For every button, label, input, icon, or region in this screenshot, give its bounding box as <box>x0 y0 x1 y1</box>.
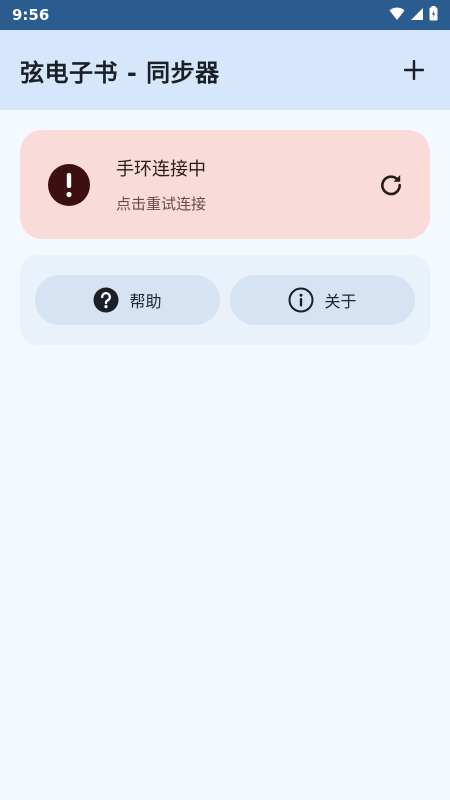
about-button[interactable]: 关于 <box>230 275 415 325</box>
app-title: 弦电子书 - 同步器 <box>20 58 220 87</box>
wifi-icon <box>389 6 405 25</box>
status-bar: 9:56 <box>0 0 450 30</box>
app-bar: 弦电子书 - 同步器 <box>0 30 450 110</box>
connection-subtitle: 点击重试连接 <box>116 195 207 213</box>
refresh-icon[interactable] <box>378 172 404 198</box>
error-icon <box>48 163 90 206</box>
connection-text: 手环连接中 点击重试连接 <box>116 155 378 214</box>
help-button[interactable]: 帮助 <box>35 275 220 325</box>
actions-card: 帮助 关于 <box>20 255 430 345</box>
connection-status-card[interactable]: 手环连接中 点击重试连接 <box>20 130 430 239</box>
status-time: 9:56 <box>12 6 50 24</box>
plus-icon <box>404 60 424 80</box>
help-icon <box>93 287 119 313</box>
connection-title: 手环连接中 <box>116 159 206 180</box>
status-icons <box>389 5 438 25</box>
info-icon <box>288 287 314 313</box>
help-label: 帮助 <box>129 292 162 311</box>
about-label: 关于 <box>324 292 357 311</box>
battery-icon <box>429 5 438 25</box>
signal-icon <box>410 6 424 25</box>
add-button[interactable] <box>396 52 432 88</box>
